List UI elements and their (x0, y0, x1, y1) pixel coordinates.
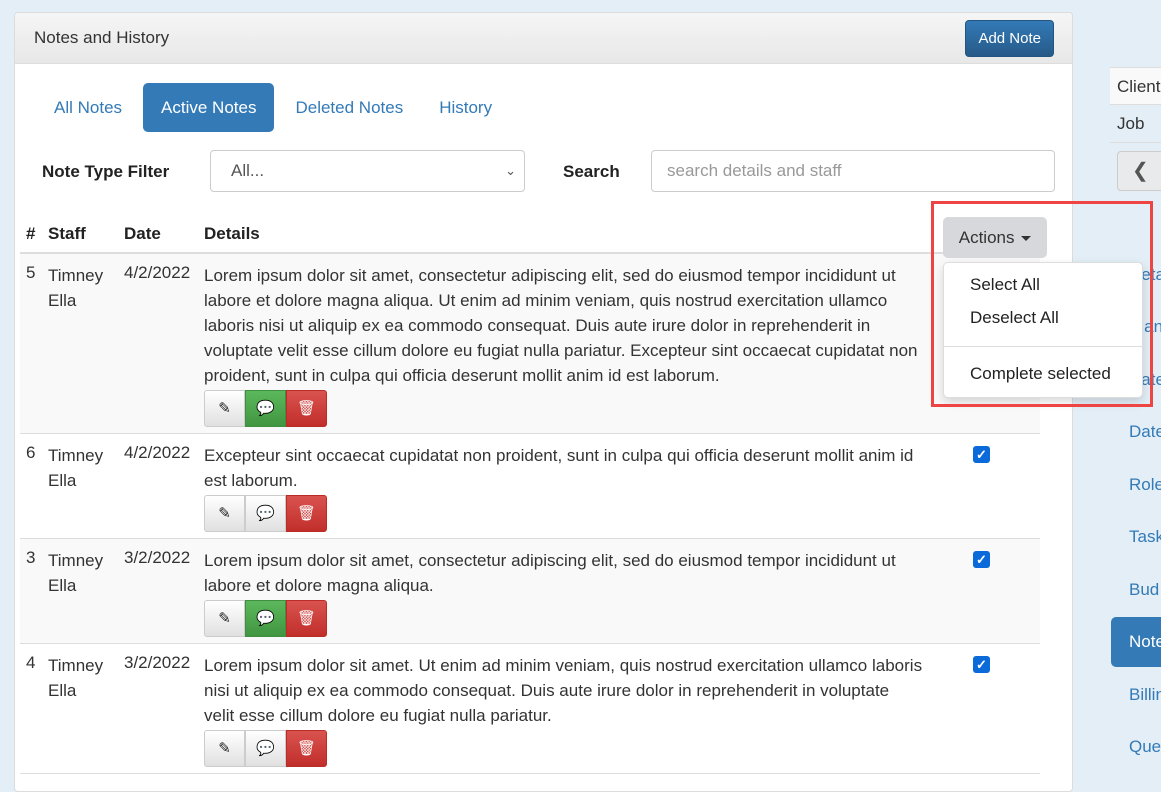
comments-icon: 💬 (256, 610, 275, 627)
caret-down-icon (1021, 236, 1032, 242)
menu-item-complete-selected[interactable]: Complete selected (970, 364, 1111, 384)
check-icon: ✓ (976, 552, 987, 567)
row-staff: Timney Ella (48, 551, 104, 595)
comments-icon: 💬 (256, 505, 275, 522)
row-staff: Timney Ella (48, 446, 104, 490)
trash-icon: 🗑 (296, 505, 317, 522)
row-date: 3/2/2022 (124, 653, 191, 672)
row-num: 4 (26, 653, 36, 672)
chevron-left-icon: ❮ (1132, 160, 1149, 182)
search-input[interactable] (651, 150, 1055, 192)
row-actions: ✎ 💬 🗑 (204, 390, 924, 427)
comments-button[interactable]: 💬 (245, 730, 286, 767)
panel-title: Notes and History (34, 28, 170, 47)
row-date: 3/2/2022 (124, 548, 191, 567)
delete-button[interactable]: 🗑 (286, 495, 327, 532)
edit-icon: ✎ (218, 505, 231, 522)
delete-button[interactable]: 🗑 (286, 600, 327, 637)
header-details: Details (204, 224, 260, 243)
row-details-text: Excepteur sint occaecat cupidatat non pr… (204, 446, 914, 490)
actions-menu: Select All Deselect All Complete selecte… (943, 262, 1143, 398)
header-num: # (26, 224, 36, 243)
row-details-text: Lorem ipsum dolor sit amet. Ut enim ad m… (204, 656, 923, 725)
edit-icon: ✎ (218, 740, 231, 757)
sidebar-item-queries[interactable]: Que (1129, 737, 1161, 757)
row-num: 3 (26, 548, 36, 567)
search-label: Search (563, 162, 620, 181)
tab-all-notes[interactable]: All Notes (39, 83, 137, 132)
trash-icon: 🗑 (296, 740, 317, 757)
sidebar-item-budget[interactable]: Bud (1129, 580, 1159, 600)
sidebar-item-billing[interactable]: Billin (1129, 685, 1161, 705)
delete-button[interactable]: 🗑 (286, 730, 327, 767)
note-type-select[interactable]: All... ⌄ (210, 150, 525, 192)
comments-icon: 💬 (256, 400, 275, 417)
check-icon: ✓ (976, 657, 987, 672)
tab-history[interactable]: History (424, 83, 507, 132)
trash-icon: 🗑 (296, 610, 317, 627)
comments-icon: 💬 (256, 740, 275, 757)
notes-table: # Staff Date Details 5 Timney Ella 4/2/2… (20, 212, 1040, 774)
table-row: 4 Timney Ella 3/2/2022 Lorem ipsum dolor… (20, 644, 1040, 774)
comments-button[interactable]: 💬 (245, 495, 286, 532)
row-staff: Timney Ella (48, 266, 104, 310)
delete-button[interactable]: 🗑 (286, 390, 327, 427)
panel-heading: Notes and History Add Note (15, 13, 1072, 64)
note-type-selected: All... (231, 161, 265, 180)
sidebar-item-dates-b[interactable]: Date (1129, 422, 1161, 442)
row-details: Lorem ipsum dolor sit amet, consectetur … (204, 539, 924, 637)
row-num: 6 (26, 443, 36, 462)
table-row: 6 Timney Ella 4/2/2022 Excepteur sint oc… (20, 434, 1040, 539)
row-date: 4/2/2022 (124, 263, 191, 282)
comments-button[interactable]: 💬 (245, 390, 286, 427)
note-type-filter-label: Note Type Filter (42, 162, 170, 181)
sidebar-info-job: Job (1110, 105, 1161, 143)
edit-button[interactable]: ✎ (204, 390, 245, 427)
table-row: 5 Timney Ella 4/2/2022 Lorem ipsum dolor… (20, 254, 1040, 434)
sidebar-info: Client Job (1110, 67, 1161, 143)
edit-button[interactable]: ✎ (204, 495, 245, 532)
sidebar-item-tasks[interactable]: Task (1129, 527, 1161, 547)
comments-button[interactable]: 💬 (245, 600, 286, 637)
sidebar-item-roles[interactable]: Role (1129, 475, 1161, 495)
chevron-down-icon: ⌄ (505, 163, 516, 178)
row-checkbox[interactable]: ✓ (973, 446, 990, 463)
actions-dropdown-button[interactable]: Actions (943, 217, 1047, 258)
header-date: Date (124, 224, 161, 243)
row-actions: ✎ 💬 🗑 (204, 495, 924, 532)
sidebar-info-client: Client (1110, 67, 1161, 105)
row-num: 5 (26, 263, 36, 282)
edit-icon: ✎ (218, 400, 231, 417)
row-actions: ✎ 💬 🗑 (204, 600, 924, 637)
table-row: 3 Timney Ella 3/2/2022 Lorem ipsum dolor… (20, 539, 1040, 644)
row-details: Excepteur sint occaecat cupidatat non pr… (204, 434, 924, 532)
sidebar-item-notes[interactable]: Note (1111, 617, 1161, 667)
edit-button[interactable]: ✎ (204, 600, 245, 637)
collapse-sidebar-button[interactable]: ❮ (1117, 151, 1161, 191)
header-staff: Staff (48, 224, 86, 243)
filter-row: Note Type Filter All... ⌄ Search (15, 150, 1072, 192)
row-staff: Timney Ella (48, 656, 104, 700)
menu-item-deselect-all[interactable]: Deselect All (970, 308, 1059, 328)
edit-button[interactable]: ✎ (204, 730, 245, 767)
menu-divider (944, 346, 1142, 347)
edit-icon: ✎ (218, 610, 231, 627)
tab-deleted-notes[interactable]: Deleted Notes (280, 83, 418, 132)
row-details-text: Lorem ipsum dolor sit amet, consectetur … (204, 551, 896, 595)
tab-active-notes[interactable]: Active Notes (143, 83, 275, 132)
menu-item-select-all[interactable]: Select All (970, 275, 1040, 295)
row-date: 4/2/2022 (124, 443, 191, 462)
add-note-button[interactable]: Add Note (965, 20, 1054, 57)
actions-label: Actions (958, 228, 1015, 247)
row-details: Lorem ipsum dolor sit amet, consectetur … (204, 254, 924, 427)
row-details-text: Lorem ipsum dolor sit amet, consectetur … (204, 266, 918, 385)
row-checkbox[interactable]: ✓ (973, 656, 990, 673)
table-header: # Staff Date Details (20, 212, 1040, 254)
row-details: Lorem ipsum dolor sit amet. Ut enim ad m… (204, 644, 924, 767)
check-icon: ✓ (976, 447, 987, 462)
trash-icon: 🗑 (296, 400, 317, 417)
row-checkbox[interactable]: ✓ (973, 551, 990, 568)
row-actions: ✎ 💬 🗑 (204, 730, 924, 767)
notes-tabs: All Notes Active Notes Deleted Notes His… (39, 83, 513, 132)
